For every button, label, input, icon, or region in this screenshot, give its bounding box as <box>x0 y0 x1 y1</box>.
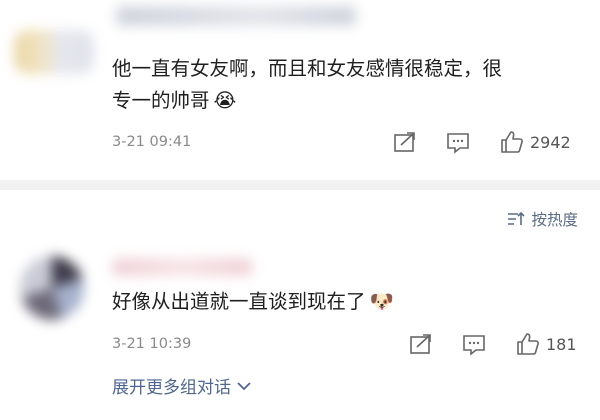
sort-by-hot-button[interactable]: 按热度 <box>507 208 578 230</box>
like-button[interactable]: 2942 <box>500 130 571 154</box>
expand-label: 展开更多组对话 <box>112 378 231 398</box>
sort-label: 按热度 <box>531 211 578 229</box>
doge-emoji: 🐶 <box>369 290 394 313</box>
like-count: 181 <box>546 334 577 354</box>
username-blurred[interactable] <box>112 258 252 276</box>
comment-text-line2-text: 专一的帅哥 <box>112 89 210 112</box>
comment-text: 好像从出道就一直谈到现在了 🐶 <box>112 287 394 317</box>
like-count: 2942 <box>530 132 571 152</box>
comment-timestamp: 3-21 10:39 <box>112 336 192 352</box>
crying-laugh-emoji: 😭 <box>213 89 237 112</box>
comment-text-line2: 专一的帅哥 😭 <box>112 86 236 116</box>
username-blurred[interactable] <box>116 6 356 26</box>
thumbs-up-icon <box>500 130 524 154</box>
comment-text-body: 好像从出道就一直谈到现在了 <box>112 290 366 313</box>
share-icon[interactable] <box>394 132 416 152</box>
share-icon[interactable] <box>410 334 432 354</box>
sort-icon <box>507 211 526 227</box>
avatar[interactable] <box>14 30 94 74</box>
expand-more-conversations-link[interactable]: 展开更多组对话 <box>112 373 251 398</box>
comment-icon[interactable] <box>446 132 470 154</box>
comment-icon[interactable] <box>462 334 486 356</box>
avatar[interactable] <box>20 256 84 320</box>
comment-timestamp: 3-21 09:41 <box>112 134 192 150</box>
chevron-down-icon <box>237 381 251 391</box>
comment-text-line1: 他一直有女友啊，而且和女友感情很稳定，很 <box>112 57 503 80</box>
section-divider <box>0 180 600 190</box>
thumbs-up-icon <box>516 332 540 356</box>
like-button[interactable]: 181 <box>516 332 577 356</box>
